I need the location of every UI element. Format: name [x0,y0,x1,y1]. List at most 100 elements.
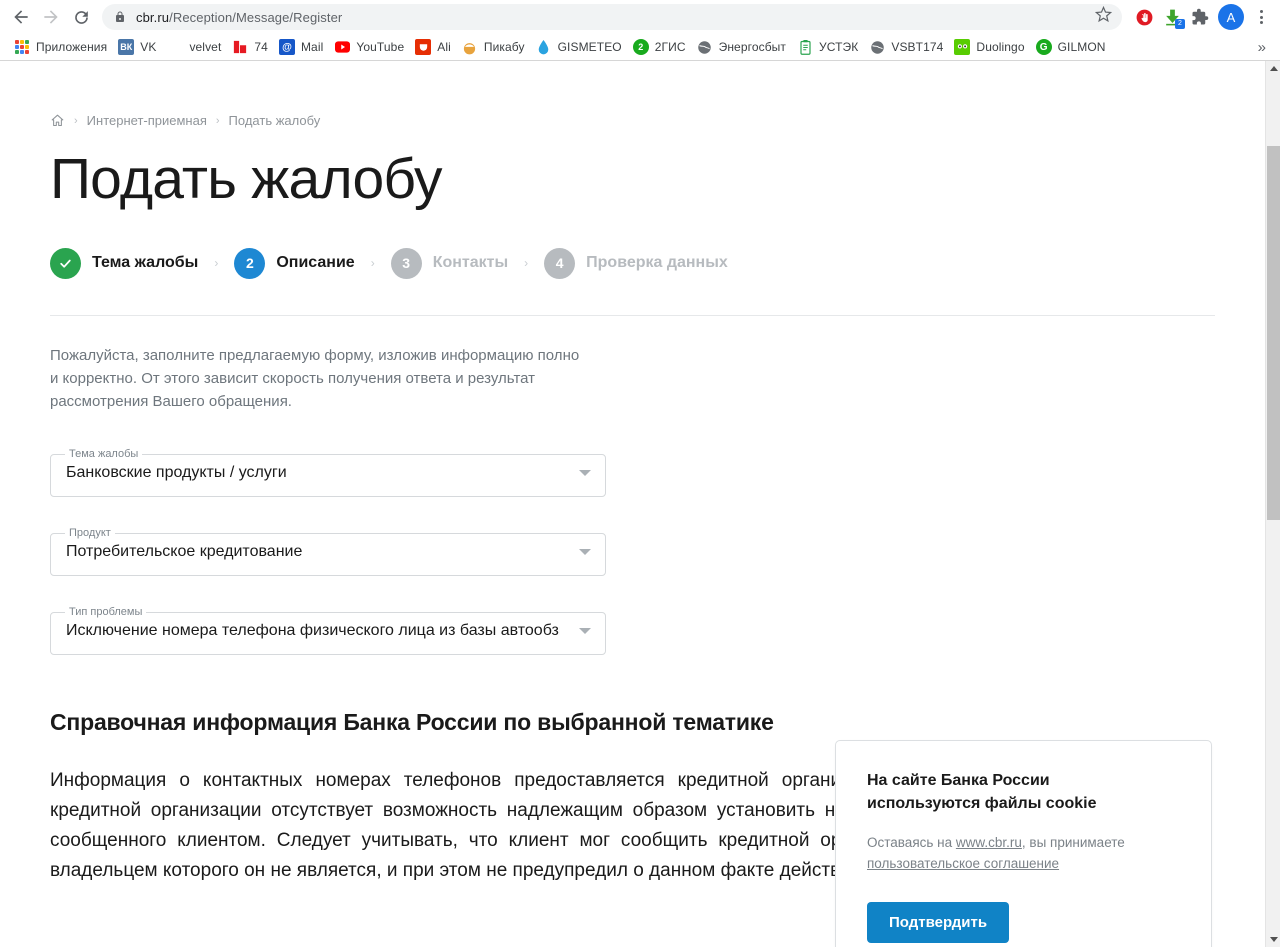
bookmark-label: YouTube [356,40,405,54]
bookmark-label: 74 [254,40,268,54]
bookmark-label: GILMON [1057,40,1106,54]
bookmark-ustek[interactable]: УСТЭК [793,37,865,57]
scroll-down-icon[interactable] [1266,932,1280,947]
home-icon[interactable] [50,113,65,128]
breadcrumb-item-internet-reception[interactable]: Интернет-приемная [87,113,207,128]
bookmark-label: Энергосбыт [718,40,786,54]
menu-dot [1259,21,1263,24]
bookmark-gismeteo[interactable]: GISMETEO [532,37,629,57]
step-4-data-check[interactable]: 4 Проверка данных [544,247,728,279]
cookie-banner-text: Оставаясь на www.cbr.ru, вы принимаете п… [867,832,1181,874]
select-product[interactable]: Продукт Потребительское кредитование [50,527,606,576]
url-host: cbr.ru [136,9,170,25]
step-1-marker [50,247,81,279]
bookmark-2gis[interactable]: 2 2ГИС [629,37,693,57]
page-scrollbar[interactable] [1265,61,1280,947]
mail-icon: @ [278,39,295,55]
bookmark-energosbyt[interactable]: Энергосбыт [693,37,793,57]
bookmark-duolingo[interactable]: Duolingo [950,37,1031,57]
velvet-icon [167,39,183,55]
bookmark-74[interactable]: 74 [228,37,275,57]
url-path: /Reception/Message/Register [169,9,343,25]
bookmark-star-icon[interactable] [1087,5,1113,28]
bookmark-gilmon[interactable]: G GILMON [1032,37,1113,57]
pikabu-icon [462,39,478,55]
profile-avatar[interactable]: A [1218,4,1244,30]
forward-button[interactable] [36,2,66,32]
url-text: cbr.ru/Reception/Message/Register [136,10,342,25]
bookmark-velvet[interactable]: velvet [163,37,228,57]
step-1-complaint-topic[interactable]: Тема жалобы [50,247,198,279]
aliexpress-icon [415,39,432,55]
bookmarks-overflow-icon[interactable]: » [1252,39,1272,56]
step-2-marker: 2 [234,247,266,279]
cookie-agreement-link[interactable]: пользовательское соглашение [867,856,1059,871]
bookmark-label: velvet [189,40,222,54]
bookmark-label: УСТЭК [819,40,859,54]
stepper-separator: › [524,256,529,271]
bookmark-label: Приложения [36,40,108,54]
download-manager-icon[interactable]: 2 [1158,3,1186,31]
select-problem-type[interactable]: Тип проблемы Исключение номера телефона … [50,606,606,655]
bookmark-vk[interactable]: ВК VK [114,37,163,57]
apps-grid-icon [14,39,30,55]
bookmark-mail[interactable]: @ Mail [275,37,330,57]
step-2-description[interactable]: 2 Описание [234,247,355,279]
step-3-label: Контакты [432,254,509,272]
breadcrumb-separator: › [74,114,78,127]
cookie-consent-banner: На сайте Банка России используются файлы… [835,740,1212,947]
chevron-down-icon[interactable] [579,627,591,634]
step-2-label: Описание [276,254,355,272]
lock-icon [116,11,124,22]
74-icon [232,39,248,55]
chrome-menu-icon[interactable] [1248,4,1274,30]
bookmarks-bar: Приложения ВК VK velvet 74 @ Mail YouTub… [0,34,1280,60]
breadcrumb: › Интернет-приемная › Подать жалобу [50,61,1215,128]
download-count-badge: 2 [1175,19,1185,29]
step-4-label: Проверка данных [586,254,728,272]
section-divider [50,314,1215,316]
bookmark-label: VK [140,40,157,54]
browser-toolbar: cbr.ru/Reception/Message/Register 2 A [0,0,1280,34]
scrollbar-thumb[interactable] [1267,146,1280,520]
select-product-value: Потребительское кредитование [66,542,303,560]
stepper-separator: › [214,256,219,271]
cookie-text-middle: , вы принимаете [1021,835,1125,850]
triangle-down [1269,937,1278,942]
2gis-icon: 2 [632,39,649,55]
chevron-down-icon[interactable] [579,548,591,555]
browser-chrome: cbr.ru/Reception/Message/Register 2 A Пр… [0,0,1280,61]
cookie-accept-button[interactable]: Подтвердить [867,902,1010,943]
cookie-banner-title: На сайте Банка России используются файлы… [867,772,1097,812]
select-complaint-topic[interactable]: Тема жалобы Банковские продукты / услуги [50,448,606,497]
cookie-site-link[interactable]: www.cbr.ru [956,835,1022,850]
bookmark-youtube[interactable]: YouTube [330,37,411,57]
address-bar[interactable]: cbr.ru/Reception/Message/Register [102,4,1122,30]
breadcrumb-separator: › [215,114,220,127]
chevron-down-icon[interactable] [579,469,591,476]
progress-stepper: Тема жалобы › 2 Описание › 3 Контакты › … [50,247,1215,279]
menu-dot [1259,15,1263,19]
reference-info-heading: Справочная информация Банка России по вы… [50,708,774,735]
bookmark-label: Mail [300,40,324,54]
adblock-icon[interactable] [1130,3,1158,31]
step-3-marker: 3 [390,247,422,279]
step-3-contacts[interactable]: 3 Контакты [390,247,509,279]
bookmark-label: Ali [437,40,451,54]
reload-button[interactable] [66,2,96,32]
triangle-up [1269,66,1278,71]
bookmark-label: Duolingo [976,40,1025,54]
bookmark-apps[interactable]: Приложения [10,37,114,57]
bookmark-ali[interactable]: Ali [411,37,458,57]
puzzle-extensions-icon[interactable] [1186,3,1214,31]
bookmark-pikabu[interactable]: Пикабу [458,37,532,57]
bookmark-label: VSBT174 [891,40,944,54]
bookmark-vsbt174[interactable]: VSBT174 [865,37,950,57]
page-title: Подать жалобу [50,147,443,211]
page-viewport: › Интернет-приемная › Подать жалобу Пода… [0,61,1280,947]
scroll-up-icon[interactable] [1266,61,1280,76]
bookmark-label: Пикабу [483,40,525,54]
back-button[interactable] [6,2,36,32]
gismeteo-icon [536,39,552,55]
breadcrumb-item-submit-complaint[interactable]: Подать жалобу [229,113,321,128]
